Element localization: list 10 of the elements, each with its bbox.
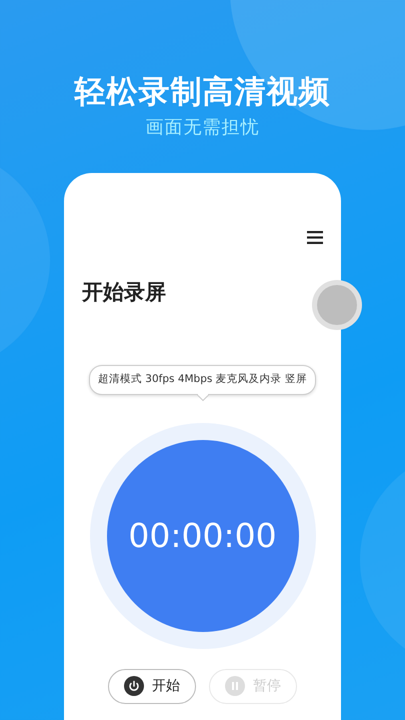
pause-icon (225, 676, 245, 696)
screen-title: 开始录屏 (82, 280, 167, 305)
timer-text: 00:00:00 (128, 514, 277, 557)
menu-icon[interactable] (307, 230, 323, 244)
subtitle: 画面无需担忧 (144, 117, 260, 139)
power-icon (124, 676, 144, 696)
headline: 轻松录制高清视频 (73, 74, 332, 112)
tooltip-pointer (196, 394, 208, 401)
start-button[interactable]: 开始 (108, 668, 196, 704)
mode-tooltip: 超清模式 30fps 4Mbps 麦克风及内录 竖屏 (88, 364, 316, 395)
